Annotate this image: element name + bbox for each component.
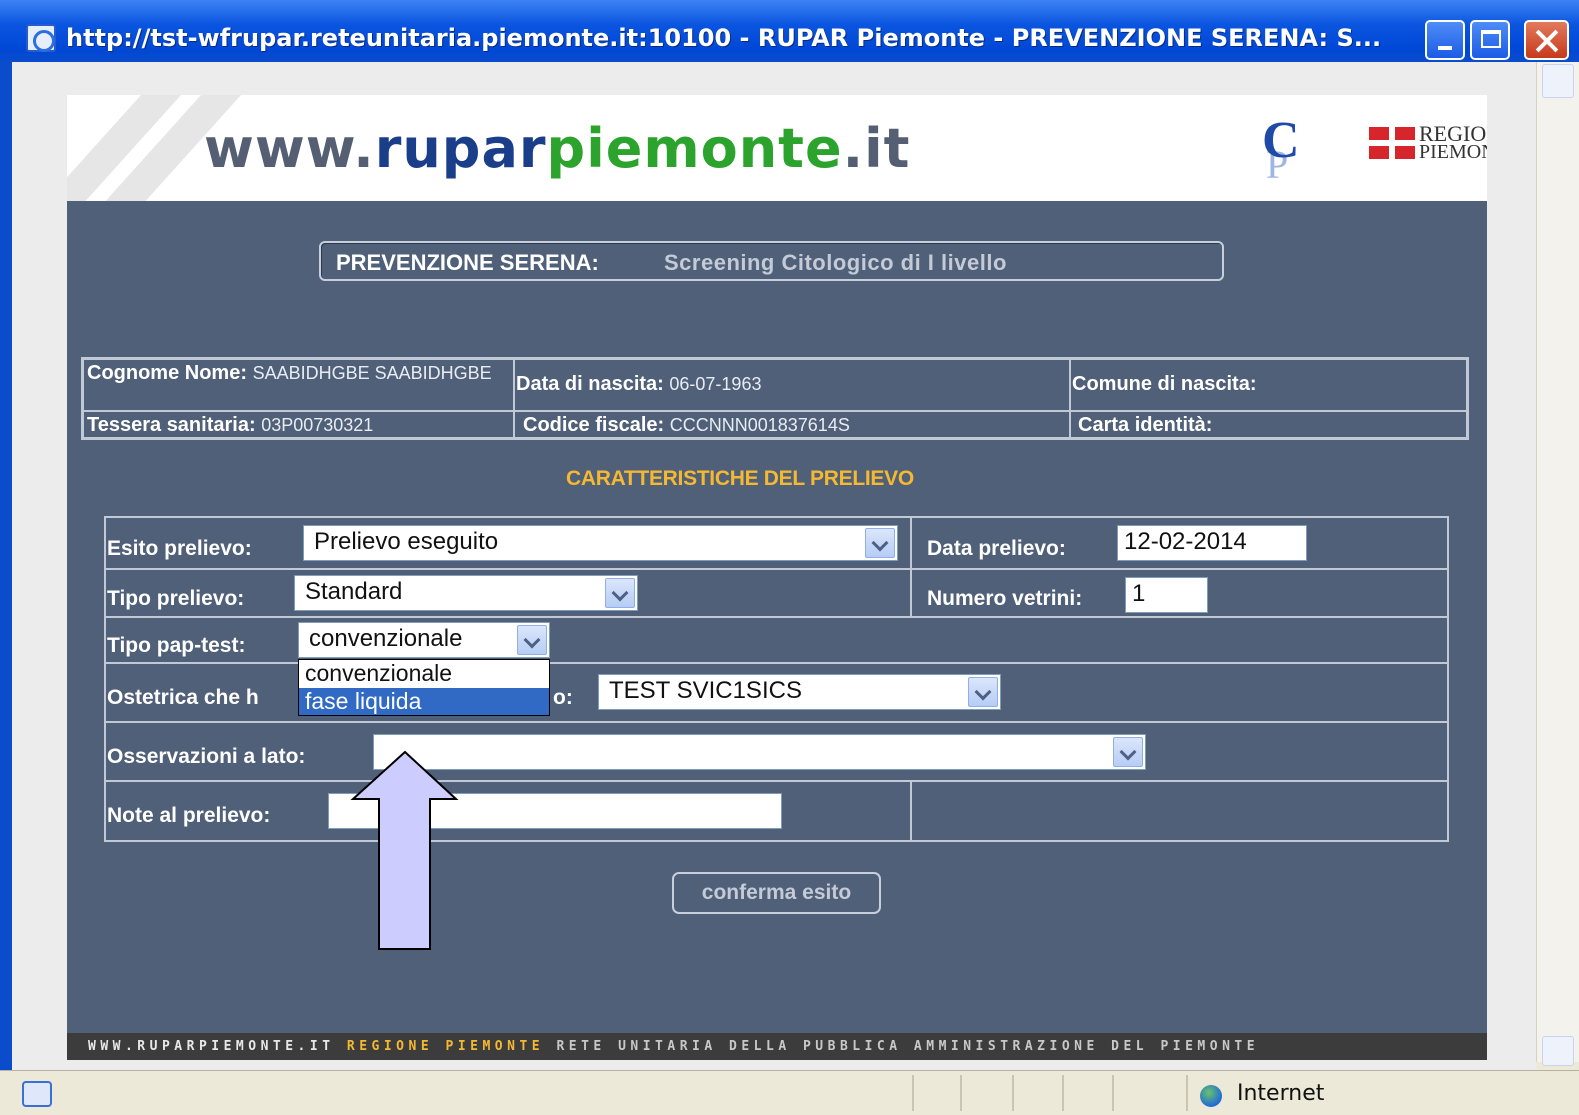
chevron-down-icon[interactable] xyxy=(968,677,998,707)
ie-page-icon xyxy=(22,1081,52,1107)
numero-vetrini-input[interactable]: 1 xyxy=(1125,577,1208,613)
scroll-down-icon[interactable] xyxy=(1542,1036,1574,1066)
footer-part1: WWW.RUPARPIEMONTE.IT xyxy=(88,1039,335,1054)
ostetrica-label-end: o: xyxy=(553,686,573,709)
chevron-down-icon[interactable] xyxy=(1113,737,1143,767)
codice-fiscale-cell: Codice fiscale: CCCNNN001837614S xyxy=(514,411,1070,438)
page-title: PREVENZIONE SERENA: Screening Citologico… xyxy=(319,241,1224,281)
confirm-button[interactable]: conferma esito xyxy=(672,872,881,914)
name-value: SAABIDHGBE SAABIDHGBE xyxy=(252,363,492,383)
logo-suffix: .it xyxy=(842,117,911,180)
annotation-arrow-icon xyxy=(350,750,459,950)
csi-logo-c: C xyxy=(1262,112,1300,169)
note-label: Note al prelievo: xyxy=(107,804,271,827)
data-prelievo-label: Data prelievo: xyxy=(927,537,1066,560)
comune-label: Comune di nascita: xyxy=(1072,373,1257,395)
ostetrica-value: TEST SVIC1SICS xyxy=(609,677,802,704)
tessera-value: 03P00730321 xyxy=(261,415,374,435)
logo-prefix: www. xyxy=(204,117,375,180)
section-title: CARATTERISTICHE DEL PRELIEVO xyxy=(566,467,914,490)
footer-part2: REGIONE PIEMONTE xyxy=(346,1039,545,1054)
birth-label: Data di nascita: xyxy=(516,373,664,395)
form-divider xyxy=(910,782,912,842)
minimize-icon[interactable] xyxy=(1425,20,1465,60)
osservazioni-select[interactable] xyxy=(373,734,1146,770)
birth-date-cell: Data di nascita: 06-07-1963 xyxy=(514,359,1070,411)
regione-logo-text: REGIONE PIEMONTE xyxy=(1419,123,1487,163)
site-footer: WWW.RUPARPIEMONTE.IT REGIONE PIEMONTE RE… xyxy=(67,1033,1487,1060)
regione-flag-icon xyxy=(1369,127,1415,159)
tipo-pap-test-label: Tipo pap-test: xyxy=(107,634,246,657)
csi-logo: P C xyxy=(1262,112,1332,185)
chevron-down-icon[interactable] xyxy=(605,578,635,608)
site-logo[interactable]: www.ruparpiemonte.it xyxy=(204,117,910,180)
carta-identita-cell: Carta identità: xyxy=(1070,411,1467,438)
codice-label: Codice fiscale: xyxy=(523,414,665,436)
logo-green: piemonte xyxy=(546,117,843,180)
status-divider xyxy=(1012,1075,1014,1111)
tipo-prelievo-value: Standard xyxy=(305,578,403,605)
page-title-text: Screening Citologico di I livello xyxy=(664,250,1007,275)
esito-label: Esito prelievo: xyxy=(107,537,252,560)
patient-name-cell: Cognome Nome: SAABIDHGBE SAABIDHGBE xyxy=(83,359,514,411)
regione-line2: PIEMONTE xyxy=(1419,141,1487,163)
codice-value: CCCNNN001837614S xyxy=(669,415,850,435)
title-bar: http://tst-wfrupar.reteunitaria.piemonte… xyxy=(0,0,1579,62)
esito-value: Prelievo eseguito xyxy=(314,528,499,555)
site-header: www.ruparpiemonte.it P C REGIONE PIEMONT… xyxy=(67,95,1487,201)
window-title: http://tst-wfrupar.reteunitaria.piemonte… xyxy=(66,24,1382,52)
logo-mid: rupar xyxy=(374,117,547,180)
ostetrica-label-start: Ostetrica che h xyxy=(107,686,259,709)
browser-window: http://tst-wfrupar.reteunitaria.piemonte… xyxy=(0,0,1579,1115)
globe-icon xyxy=(1200,1085,1222,1107)
status-divider xyxy=(1062,1075,1064,1111)
form-divider xyxy=(910,516,912,618)
birth-value: 06-07-1963 xyxy=(669,374,762,394)
tessera-label: Tessera sanitaria: xyxy=(87,414,256,436)
footer-part3: RETE UNITARIA DELLA PUBBLICA AMMINISTRAZ… xyxy=(556,1039,1260,1054)
close-icon[interactable] xyxy=(1524,20,1569,60)
security-zone-label: Internet xyxy=(1237,1081,1325,1106)
pap-test-dropdown-list: convenzionale fase liquida xyxy=(298,659,550,716)
patient-info-table: Cognome Nome: SAABIDHGBE SAABIDHGBE Data… xyxy=(81,357,1469,440)
carta-label: Carta identità: xyxy=(1078,414,1213,436)
chevron-down-icon[interactable] xyxy=(865,528,895,558)
tipo-pap-test-select[interactable]: convenzionale xyxy=(298,622,550,658)
tipo-prelievo-label: Tipo prelievo: xyxy=(107,587,245,610)
data-prelievo-input[interactable]: 12-02-2014 xyxy=(1117,525,1307,561)
scroll-up-icon[interactable] xyxy=(1542,64,1574,98)
page-title-prefix: PREVENZIONE SERENA: xyxy=(336,250,599,275)
osservazioni-label: Osservazioni a lato: xyxy=(107,745,306,768)
esito-select[interactable]: Prelievo eseguito xyxy=(303,525,898,561)
numero-vetrini-label: Numero vetrini: xyxy=(927,587,1083,610)
status-divider xyxy=(912,1075,914,1111)
tessera-cell: Tessera sanitaria: 03P00730321 xyxy=(83,411,514,438)
tipo-prelievo-select[interactable]: Standard xyxy=(294,575,638,611)
ostetrica-select[interactable]: TEST SVIC1SICS xyxy=(598,674,1001,710)
tipo-pap-test-value: convenzionale xyxy=(309,625,463,652)
birth-place-cell: Comune di nascita: xyxy=(1070,359,1467,411)
pap-option-fase-liquida[interactable]: fase liquida xyxy=(299,688,549,715)
status-bar: Internet xyxy=(0,1070,1579,1115)
vertical-scrollbar[interactable] xyxy=(1536,62,1579,1062)
status-divider xyxy=(1186,1075,1188,1111)
status-divider xyxy=(1112,1075,1114,1111)
status-divider xyxy=(960,1075,962,1111)
maximize-icon[interactable] xyxy=(1470,20,1510,60)
window-frame-left xyxy=(0,62,12,1115)
name-label: Cognome Nome: xyxy=(87,362,247,384)
ie-page-icon xyxy=(26,24,56,52)
chevron-down-icon[interactable] xyxy=(517,625,547,655)
pap-option-convenzionale[interactable]: convenzionale xyxy=(299,660,549,687)
